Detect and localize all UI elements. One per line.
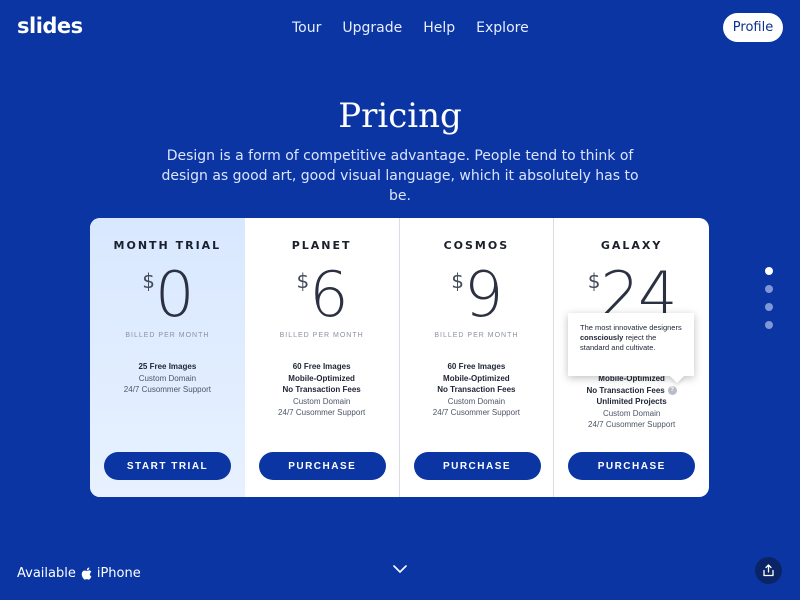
chevron-down-icon[interactable]: [393, 560, 407, 578]
availability[interactable]: Available iPhone: [17, 566, 141, 581]
feature-item-label: No Transaction Fees: [586, 385, 665, 395]
feature-item: Mobile-Optimized: [443, 373, 510, 383]
tooltip-emphasis: consciously: [580, 333, 624, 342]
feature-item: 24/7 Cusommer Support: [278, 408, 366, 417]
page-dot-4[interactable]: [765, 321, 773, 329]
plan-name: MONTH TRIAL: [113, 239, 222, 252]
plan-price: $0: [90, 258, 245, 331]
feature-tooltip: The most innovative designers consciousl…: [568, 313, 694, 376]
feature-item: Custom Domain: [138, 373, 197, 383]
page-dot-1[interactable]: [765, 267, 773, 275]
share-button[interactable]: [755, 557, 782, 584]
feature-item: 25 Free Images: [138, 362, 197, 371]
nav-item-help[interactable]: Help: [423, 20, 455, 36]
feature-item: Custom Domain: [292, 396, 351, 406]
page-dot-2[interactable]: [765, 285, 773, 293]
share-icon: [763, 564, 774, 577]
currency-symbol: $: [142, 269, 156, 293]
feature-list: Mobile-Optimized No Transaction Fees? Un…: [554, 373, 709, 431]
currency-symbol: $: [296, 269, 310, 293]
feature-list: 60 Free Images Mobile-Optimized No Trans…: [245, 361, 399, 419]
page-subtitle: Design is a form of competitive advantag…: [161, 148, 639, 204]
available-label: Available: [17, 566, 76, 581]
page-title: Pricing: [338, 96, 462, 136]
help-icon[interactable]: ?: [667, 385, 677, 395]
plan-price: $6: [245, 258, 399, 331]
plan-name: COSMOS: [443, 239, 510, 252]
feature-item: No Transaction Fees: [282, 385, 361, 394]
feature-item: 60 Free Images: [447, 362, 506, 371]
main-nav: Tour Upgrade Help Explore: [292, 20, 529, 36]
start-trial-button[interactable]: START TRIAL: [104, 452, 231, 480]
currency-symbol: $: [451, 269, 465, 293]
feature-item: 24/7 Cusommer Support: [588, 420, 676, 429]
feature-item: No Transaction Fees?: [554, 385, 709, 397]
page-dot-3[interactable]: [765, 303, 773, 311]
feature-item: Custom Domain: [447, 396, 506, 406]
nav-item-explore[interactable]: Explore: [476, 20, 529, 36]
feature-item: Unlimited Projects: [596, 397, 667, 406]
purchase-button-cosmos[interactable]: PURCHASE: [413, 452, 541, 480]
platform-label: iPhone: [96, 566, 141, 581]
purchase-button-planet[interactable]: PURCHASE: [258, 452, 386, 480]
page-indicator: [765, 267, 773, 329]
billing-period: BILLED PER MONTH: [125, 332, 210, 339]
price-amount: 0: [155, 258, 194, 331]
feature-item: 24/7 Cusommer Support: [123, 385, 211, 394]
billing-period: BILLED PER MONTH: [434, 332, 519, 339]
logo[interactable]: slides: [17, 14, 83, 38]
feature-item: No Transaction Fees: [437, 385, 516, 394]
feature-item: Custom Domain: [602, 408, 661, 418]
feature-list: 25 Free Images Custom Domain 24/7 Cusomm…: [90, 361, 245, 396]
purchase-button-galaxy[interactable]: PURCHASE: [568, 452, 696, 480]
plan-card-cosmos: COSMOS $9 BILLED PER MONTH 60 Free Image…: [400, 218, 555, 497]
nav-item-tour[interactable]: Tour: [292, 20, 321, 36]
profile-button[interactable]: Profile: [723, 13, 783, 42]
nav-item-upgrade[interactable]: Upgrade: [342, 20, 402, 36]
tooltip-text: The most innovative designers: [580, 323, 682, 332]
feature-item: Mobile-Optimized: [288, 373, 355, 383]
plan-name: GALAXY: [600, 239, 663, 252]
plan-card-planet: PLANET $6 BILLED PER MONTH 60 Free Image…: [245, 218, 400, 497]
billing-period: BILLED PER MONTH: [279, 332, 364, 339]
plan-card-month-trial: MONTH TRIAL $0 BILLED PER MONTH 25 Free …: [90, 218, 245, 497]
price-amount: 9: [464, 258, 503, 331]
feature-list: 60 Free Images Mobile-Optimized No Trans…: [400, 361, 554, 419]
plan-price: $9: [400, 258, 554, 331]
apple-icon: [81, 567, 92, 580]
price-amount: 6: [309, 258, 348, 331]
currency-symbol: $: [587, 269, 601, 293]
feature-item: 24/7 Cusommer Support: [432, 408, 520, 417]
feature-item: 60 Free Images: [292, 362, 351, 371]
plan-name: PLANET: [291, 239, 352, 252]
